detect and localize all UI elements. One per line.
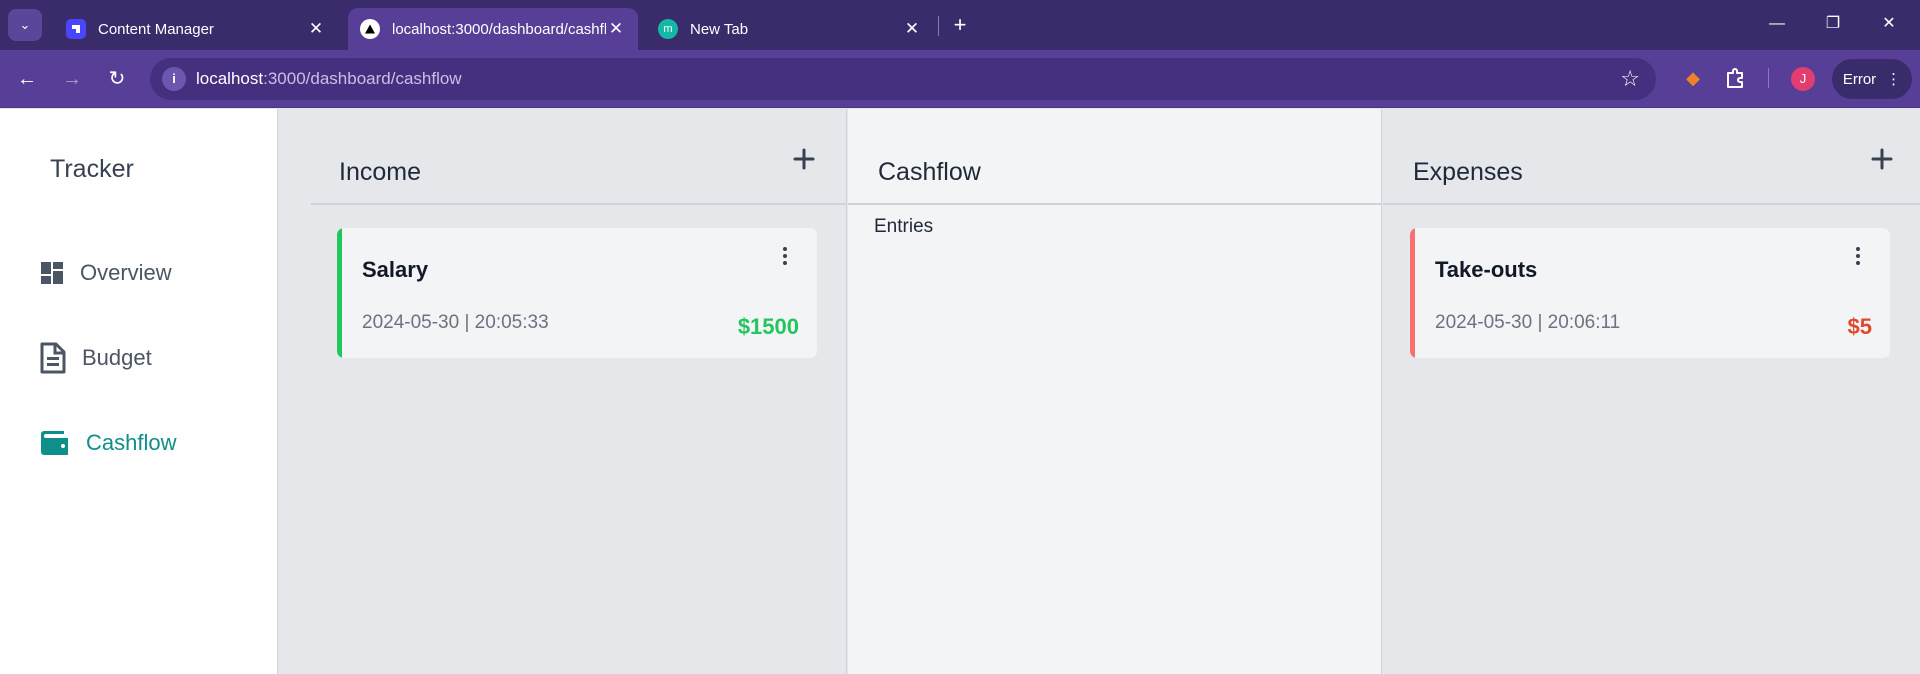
address-bar[interactable]: i localhost:3000/dashboard/cashflow ☆ bbox=[150, 58, 1656, 100]
entry-timestamp: 2024-05-30 | 20:05:33 bbox=[362, 312, 549, 333]
entry-timestamp: 2024-05-30 | 20:06:11 bbox=[1435, 312, 1621, 333]
entry-amount: $1500 bbox=[737, 314, 799, 339]
expense-entry-card[interactable]: Take-outs 2024-05-30 | 20:06:11 $5 bbox=[1410, 228, 1890, 358]
kebab-menu-icon[interactable] bbox=[1852, 244, 1864, 268]
dashboard-icon bbox=[41, 262, 63, 284]
back-arrow-icon[interactable]: ← bbox=[12, 64, 42, 94]
add-income-plus-icon[interactable] bbox=[792, 147, 816, 171]
wallet-icon bbox=[41, 431, 68, 455]
close-icon[interactable]: ✕ bbox=[902, 19, 922, 39]
tab-title: New Tab bbox=[690, 20, 749, 38]
income-accent-bar bbox=[337, 228, 342, 358]
income-header: Income bbox=[311, 109, 846, 205]
url-path: :3000/dashboard/cashflow bbox=[263, 69, 462, 88]
tab-separator bbox=[938, 16, 939, 36]
m-icon: m bbox=[658, 19, 678, 39]
profile-avatar[interactable]: J bbox=[1791, 67, 1815, 91]
tab-cashflow[interactable]: localhost:3000/dashboard/cashflow ✕ bbox=[348, 8, 638, 50]
sidebar: Tracker Overview Budget Cashflow bbox=[0, 109, 278, 674]
cashflow-header: Cashflow bbox=[848, 109, 1381, 205]
close-icon[interactable]: ✕ bbox=[606, 19, 626, 39]
close-icon[interactable]: ✕ bbox=[306, 19, 326, 39]
sidebar-item-cashflow[interactable]: Cashflow bbox=[40, 429, 176, 457]
toolbar-separator bbox=[1768, 68, 1769, 88]
expenses-header: Expenses bbox=[1383, 109, 1920, 205]
tab-new-tab[interactable]: m New Tab ✕ bbox=[650, 8, 930, 50]
nextjs-icon bbox=[360, 19, 380, 39]
site-info-icon[interactable]: i bbox=[162, 67, 186, 91]
income-column: Income Salary 2024-05-30 | 20:05:33 $150… bbox=[279, 109, 847, 674]
tab-content-manager[interactable]: Content Manager ✕ bbox=[58, 8, 334, 50]
url-text[interactable]: localhost:3000/dashboard/cashflow bbox=[196, 69, 462, 89]
sidebar-item-label: Overview bbox=[80, 260, 172, 285]
expenses-title: Expenses bbox=[1413, 158, 1523, 186]
restore-icon[interactable]: ❐ bbox=[1810, 6, 1856, 42]
url-host: localhost bbox=[196, 69, 264, 88]
brand-title: Tracker bbox=[50, 155, 134, 183]
tab-search-button[interactable]: ⌄ bbox=[8, 9, 42, 41]
tab-title: Content Manager bbox=[98, 20, 214, 38]
minimize-icon[interactable]: — bbox=[1754, 6, 1800, 42]
income-title: Income bbox=[339, 158, 421, 186]
entry-amount: $5 bbox=[1847, 314, 1872, 339]
kebab-menu-icon[interactable] bbox=[779, 244, 791, 268]
expense-accent-bar bbox=[1410, 228, 1415, 358]
entry-name: Salary bbox=[362, 257, 429, 282]
sidebar-item-overview[interactable]: Overview bbox=[40, 260, 172, 286]
extensions-puzzle-icon[interactable] bbox=[1722, 64, 1750, 92]
window-close-icon[interactable]: ✕ bbox=[1866, 6, 1912, 42]
error-label: Error bbox=[1842, 70, 1877, 88]
app-page: Tracker Overview Budget Cashflow Income … bbox=[0, 109, 1920, 674]
kebab-menu-icon: ⋮ bbox=[1886, 71, 1902, 88]
sidebar-item-label: Budget bbox=[82, 345, 152, 370]
cashflow-column: Cashflow Entries bbox=[848, 109, 1382, 674]
metamask-fox-icon[interactable]: ◆ bbox=[1680, 65, 1706, 91]
entry-name: Take-outs bbox=[1435, 257, 1538, 282]
add-expense-plus-icon[interactable] bbox=[1870, 147, 1894, 171]
income-entry-card[interactable]: Salary 2024-05-30 | 20:05:33 $1500 bbox=[337, 228, 817, 358]
reload-icon[interactable]: ↻ bbox=[102, 64, 132, 94]
entries-label: Entries bbox=[874, 216, 934, 237]
error-button[interactable]: Error ⋮ bbox=[1832, 59, 1912, 99]
bookmark-star-icon[interactable]: ☆ bbox=[1620, 66, 1640, 92]
new-tab-button[interactable]: + bbox=[946, 12, 974, 38]
cashflow-title: Cashflow bbox=[878, 158, 981, 186]
expenses-column: Expenses Take-outs 2024-05-30 | 20:06:11… bbox=[1383, 109, 1920, 674]
browser-toolbar: ← → ↻ i localhost:3000/dashboard/cashflo… bbox=[0, 50, 1920, 108]
sidebar-item-budget[interactable]: Budget bbox=[40, 342, 152, 374]
browser-tabstrip: ⌄ Content Manager ✕ localhost:3000/dashb… bbox=[0, 0, 1920, 50]
chevron-down-icon: ⌄ bbox=[19, 17, 31, 32]
sidebar-item-label: Cashflow bbox=[86, 430, 177, 455]
tab-title: localhost:3000/dashboard/cashflow bbox=[392, 20, 606, 38]
favicon-letter: m bbox=[663, 23, 673, 35]
forward-arrow-icon[interactable]: → bbox=[57, 64, 87, 94]
document-icon bbox=[40, 342, 66, 374]
strapi-icon bbox=[66, 19, 86, 39]
